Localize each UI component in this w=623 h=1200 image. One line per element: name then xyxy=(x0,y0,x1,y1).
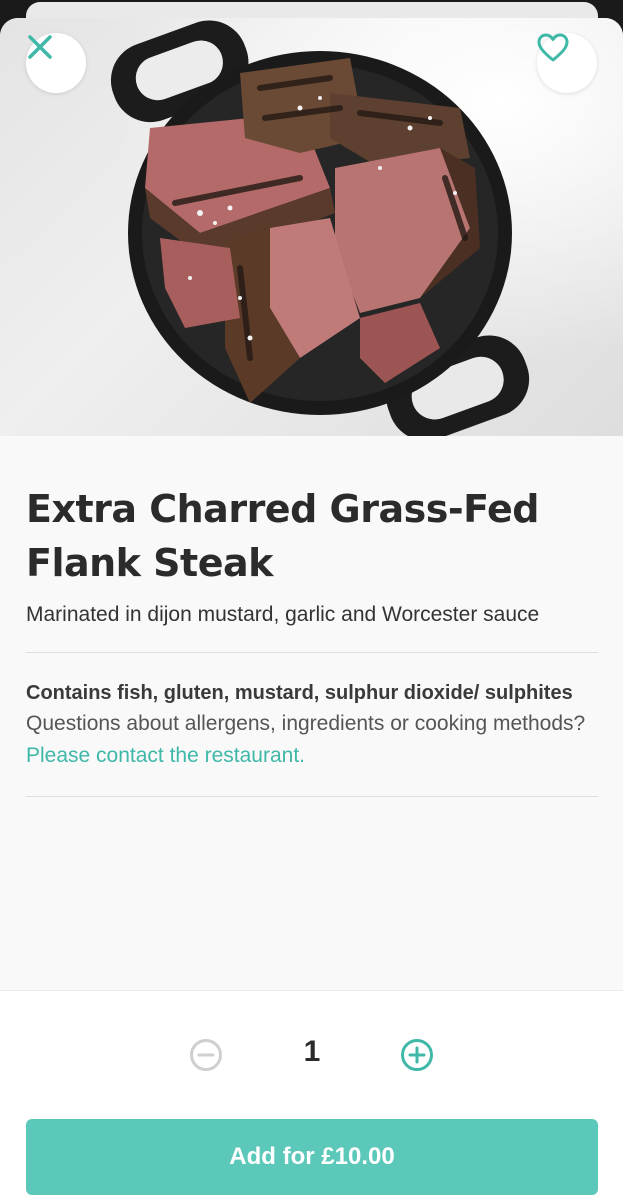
heart-icon xyxy=(537,33,569,62)
dish-title: Extra Charred Grass-Fed Flank Steak xyxy=(26,487,540,585)
divider xyxy=(26,796,598,797)
add-to-order-button[interactable]: Add for £10.00 xyxy=(26,1119,598,1195)
favorite-button[interactable] xyxy=(537,33,597,93)
contact-restaurant-link[interactable]: Please contact the restaurant. xyxy=(26,744,305,767)
close-button[interactable] xyxy=(26,33,86,93)
dish-detail-sheet: Extra Charred Grass-Fed Flank Steak Mari… xyxy=(0,18,623,1200)
divider xyxy=(26,652,598,653)
questions-text: Questions about allergens, ingredients o… xyxy=(26,712,586,735)
allergen-questions: Questions about allergens, ingredients o… xyxy=(26,708,598,772)
plus-circle-icon[interactable] xyxy=(400,1038,434,1072)
minus-circle-icon[interactable] xyxy=(189,1038,223,1072)
quantity-value: 1 xyxy=(303,1035,321,1068)
dish-photo xyxy=(0,18,623,436)
dish-description: Marinated in dijon mustard, garlic and W… xyxy=(26,603,540,626)
dish-info: Extra Charred Grass-Fed Flank Steak Mari… xyxy=(26,436,598,797)
close-icon xyxy=(28,35,52,59)
order-footer: 1 Add for £10.00 xyxy=(0,990,623,1200)
allergen-info: Contains fish, gluten, mustard, sulphur … xyxy=(26,682,573,704)
